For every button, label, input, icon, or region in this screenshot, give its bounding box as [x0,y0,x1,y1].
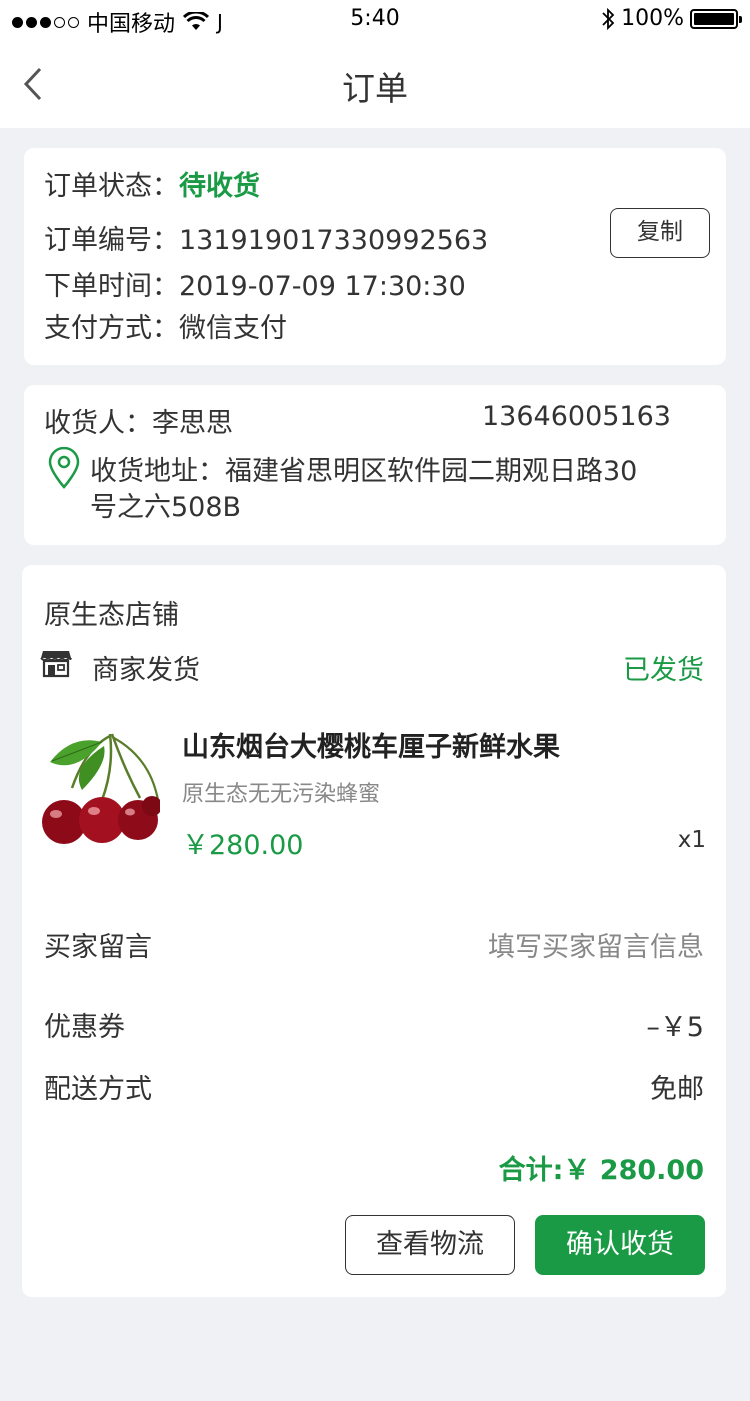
shop-card: 原生态店铺 商家发货 已发货 山东烟台大樱桃车厘子新鲜水果 原生态无无污染蜂蜜 … [22,565,726,1297]
receiver-label: 收货人： [44,408,152,439]
confirm-receipt-button[interactable]: 确认收货 [535,1215,705,1275]
view-logistics-button[interactable]: 查看物流 [345,1215,515,1275]
receiver-row: 收货人：李思思 [44,401,233,440]
location-pin-icon [48,447,80,489]
product-quantity: x1 [677,827,706,853]
order-number-row: 订单编号：131919017330992563 [44,218,488,257]
address-line1: 福建省思明区软件园二期观日路30 [225,456,638,487]
shipping-label: 配送方式 [44,1074,152,1105]
receiver-phone: 13646005163 [482,401,671,432]
buyer-message-input[interactable]: 填写买家留言信息 [488,925,704,964]
shipping-value: 免邮 [650,1074,704,1105]
product-title[interactable]: 山东烟台大樱桃车厘子新鲜水果 [182,725,560,764]
product-subtitle: 原生态无无污染蜂蜜 [182,782,381,807]
address-label: 收货地址： [90,456,225,487]
order-status-value: 待收货 [179,171,260,202]
status-bar: 中国移动 J 5:40 100% [0,0,750,40]
nav-bar: 订单 [0,40,750,128]
copy-button[interactable]: 复制 [610,208,710,258]
buyer-message-label: 买家留言 [44,932,152,963]
delivery-status: 已发货 [623,655,704,686]
payment-label: 支付方式： [44,313,179,344]
product-price: ￥280.00 [182,830,304,861]
cherry-image [42,733,160,844]
order-total: 合计:￥ 280.00 [498,1155,704,1186]
delivery-label: 商家发货 [92,655,200,686]
shop-name: 原生态店铺 [44,600,179,631]
order-time-label: 下单时间： [44,271,179,302]
order-status-label: 订单状态： [44,171,179,202]
order-time-row: 下单时间：2019-07-09 17:30:30 [44,264,466,303]
order-status-row: 订单状态：待收货 [44,164,260,203]
order-number-label: 订单编号： [44,225,179,256]
order-info-card: 订单状态：待收货 订单编号：131919017330992563 复制 下单时间… [24,148,726,365]
bluetooth-icon [602,7,615,30]
address-line1-row: 收货地址：福建省思明区软件园二期观日路30 [90,449,637,488]
battery-icon [690,8,742,29]
order-number-value: 131919017330992563 [179,225,489,256]
battery-percent: 100% [621,6,684,31]
status-right: 100% [601,6,742,31]
product-image[interactable] [42,728,160,848]
address-line2: 号之六508B [90,492,242,523]
store-icon [40,651,72,678]
page-title: 订单 [342,69,408,108]
order-time-value: 2019-07-09 17:30:30 [179,271,466,302]
address-card: 收货人：李思思 13646005163 收货地址：福建省思明区软件园二期观日路3… [24,385,726,545]
payment-row: 支付方式：微信支付 [44,306,287,345]
coupon-value[interactable]: –￥5 [646,1005,704,1044]
coupon-label: 优惠券 [44,1012,125,1043]
receiver-name: 李思思 [152,408,233,439]
payment-value: 微信支付 [179,313,287,344]
